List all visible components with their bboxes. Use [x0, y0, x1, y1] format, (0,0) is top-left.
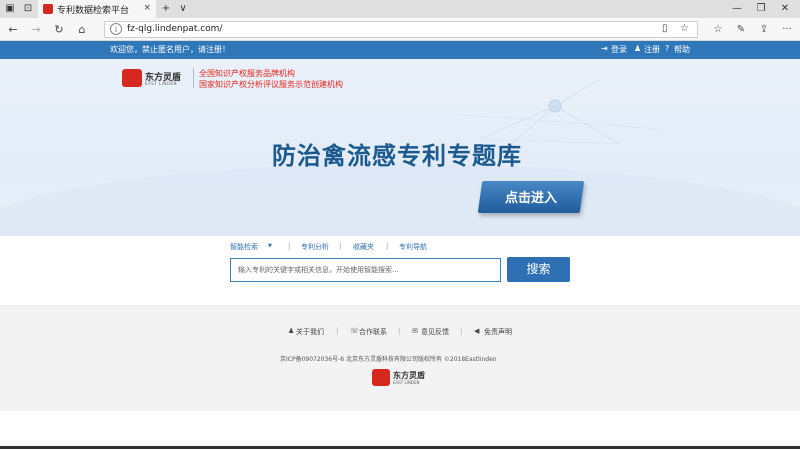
divider: |	[339, 242, 342, 250]
divider: |	[386, 242, 389, 250]
user-icon: ♟	[288, 327, 295, 335]
divider: |	[336, 327, 339, 335]
site-favicon-icon	[43, 4, 53, 14]
footer-logo-icon	[372, 369, 390, 386]
web-notes-icon[interactable]: ✎	[734, 23, 748, 37]
address-field[interactable]: i fz-qlg.lindenpat.com/ ▯ ☆	[104, 21, 698, 38]
footer-feedback-link[interactable]: 意见反馈	[421, 327, 449, 337]
logo-divider	[193, 68, 194, 88]
footer-disclaimer-link[interactable]: 免责声明	[484, 327, 512, 337]
divider: |	[288, 242, 291, 250]
page-title: 防治禽流感专利专题库	[272, 142, 522, 170]
welcome-text: 欢迎您，禁止匿名用户，请注册！	[110, 45, 230, 54]
tab-smart-search[interactable]: 智能检索	[230, 242, 258, 252]
address-toolbar: ← → ↻ ⌂ i fz-qlg.lindenpat.com/ ▯ ☆ ☆ ✎ …	[0, 18, 800, 41]
close-window-icon[interactable]: ✕	[778, 2, 792, 16]
browser-tabbar: ▣ ⊡ 专利数据检索平台 × + ∨ — ❐ ✕	[0, 0, 800, 18]
phone-icon: ☏	[350, 327, 359, 335]
search-button[interactable]: 搜索	[507, 257, 570, 282]
tab-patent-analysis[interactable]: 专利分析	[301, 242, 329, 252]
help-link[interactable]: 帮助	[674, 44, 690, 55]
divider: |	[398, 327, 401, 335]
login-link[interactable]: 登录	[611, 44, 627, 55]
tab-title: 专利数据检索平台	[57, 6, 130, 16]
tagline-2: 国家知识产权分析评议服务示范创建机构	[199, 80, 343, 89]
home-icon[interactable]: ⌂	[75, 23, 89, 37]
chevron-down-icon[interactable]: ▼	[268, 243, 272, 249]
register-link[interactable]: 注册	[644, 44, 660, 55]
divider: |	[460, 327, 463, 335]
refresh-icon[interactable]: ↻	[52, 23, 66, 37]
set-aside-tabs-icon[interactable]: ⊡	[22, 3, 34, 15]
tab-list-icon[interactable]: ∨	[177, 3, 189, 15]
tab-patent-navigation[interactable]: 专利导航	[399, 242, 427, 252]
browser-tab[interactable]: 专利数据检索平台 ×	[38, 0, 156, 18]
tab-actions-icon[interactable]: ▣	[4, 3, 16, 15]
favorites-hub-icon[interactable]: ☆	[711, 23, 725, 37]
share-icon[interactable]: ⇪	[757, 23, 771, 37]
mail-icon: ✉	[412, 327, 418, 335]
speaker-icon: ◀	[474, 327, 480, 335]
search-input[interactable]: 输入专利的关键字或相关信息，开始使用智能搜索...	[230, 258, 501, 282]
site-topbar: 欢迎您，禁止匿名用户，请注册！ ⇥ 登录 ♟ 注册 ? 帮助	[0, 41, 800, 59]
brand-logo-icon	[122, 69, 142, 87]
favorite-star-icon[interactable]: ☆	[680, 23, 689, 34]
forward-icon[interactable]: →	[29, 23, 43, 37]
new-tab-icon[interactable]: +	[160, 3, 172, 15]
back-icon[interactable]: ←	[6, 23, 20, 37]
reading-view-icon[interactable]: ▯	[662, 23, 668, 34]
brand-sub: EAST LINDEN	[145, 81, 178, 86]
url-text[interactable]: fz-qlg.lindenpat.com/	[127, 24, 222, 34]
restore-icon[interactable]: ❐	[754, 2, 768, 16]
tagline-1: 全国知识产权服务品牌机构	[199, 69, 295, 78]
footer-contact-link[interactable]: 合作联系	[359, 327, 387, 337]
footer-brand-sub: EAST LINDEN	[393, 380, 420, 385]
footer-about-link[interactable]: 关于我们	[296, 327, 324, 337]
minimize-icon[interactable]: —	[730, 2, 744, 16]
help-icon: ?	[665, 44, 670, 53]
more-menu-icon[interactable]: ···	[780, 23, 794, 37]
tab-close-icon[interactable]: ×	[143, 3, 151, 13]
copyright-text: 京ICP备09072036号-6 北京东方灵盾科技有限公司版权所有 ©2018E…	[280, 356, 497, 363]
site-info-icon[interactable]: i	[110, 23, 122, 35]
login-icon: ⇥	[601, 44, 608, 53]
tab-favorites[interactable]: 收藏夹	[353, 242, 374, 252]
enter-button-label[interactable]: 点击进入	[480, 187, 582, 206]
user-icon: ♟	[634, 44, 642, 53]
